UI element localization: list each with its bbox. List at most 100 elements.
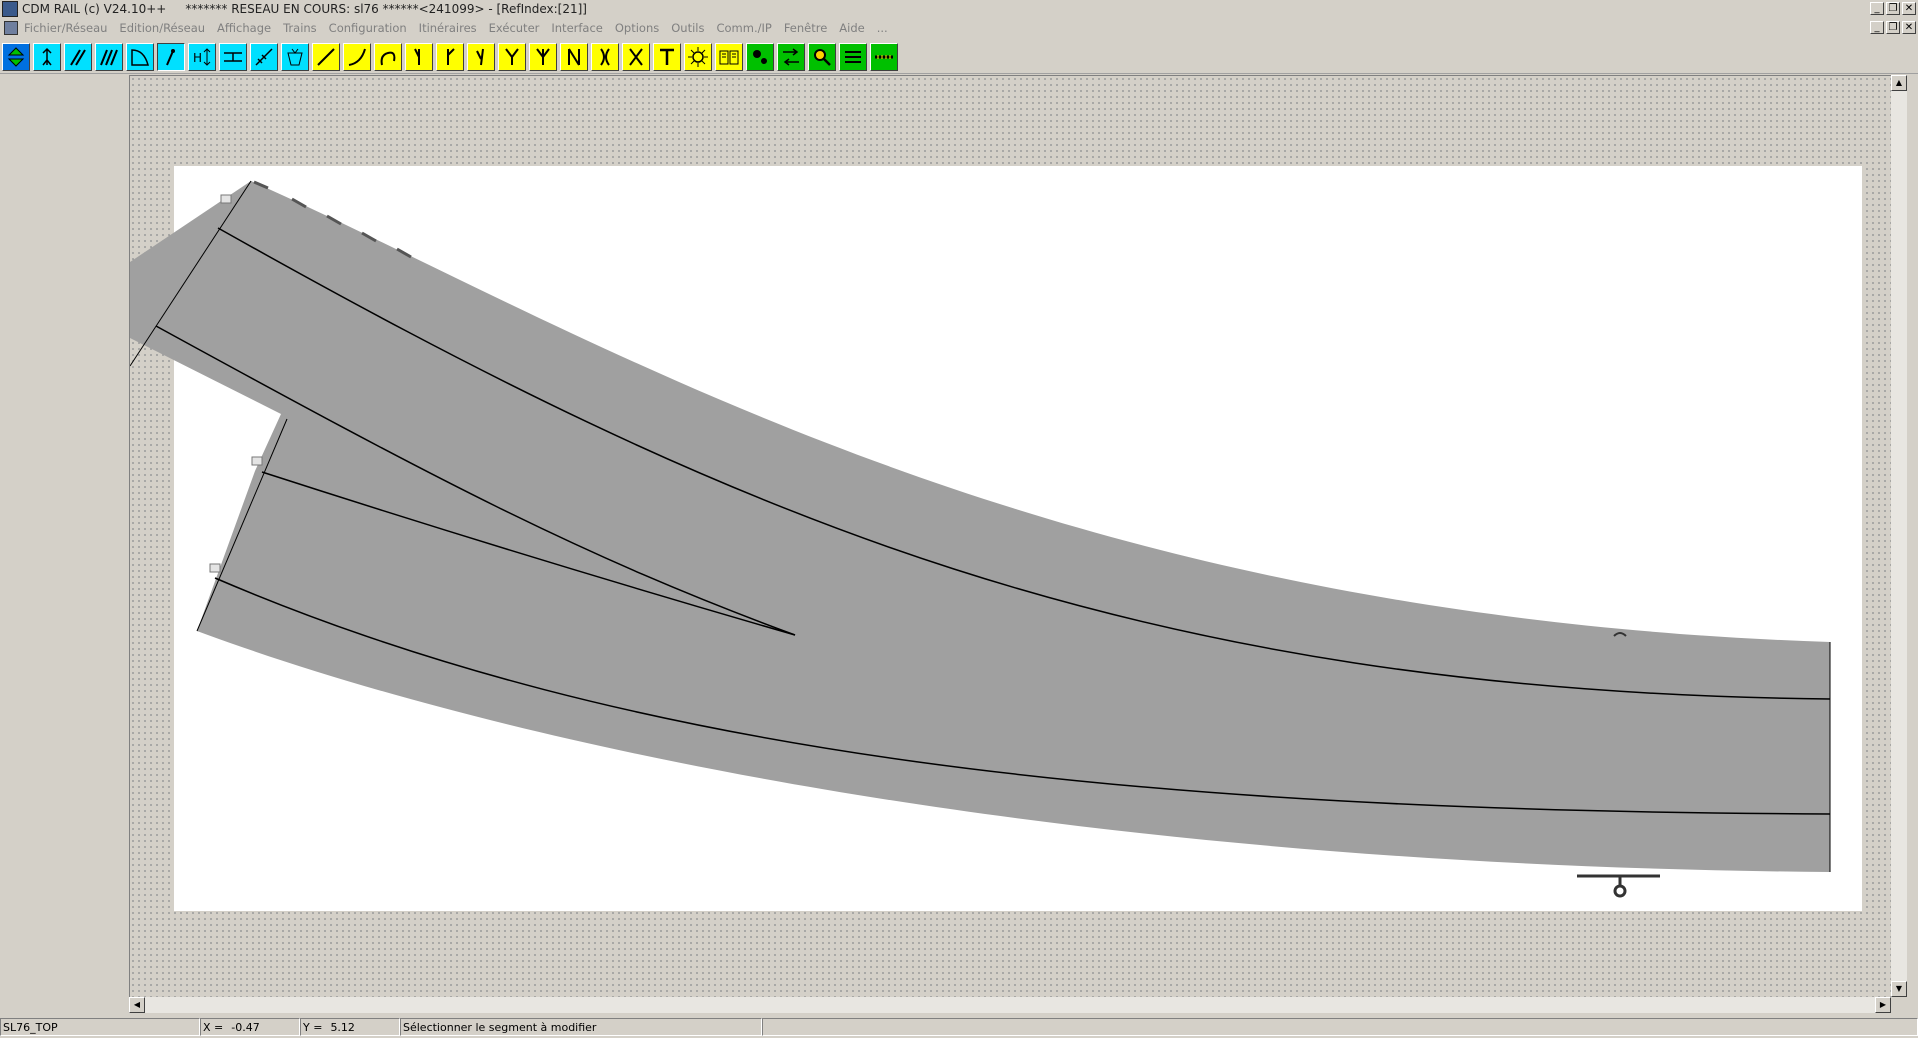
three-way-turnout-icon bbox=[536, 48, 550, 65]
wye-turnout-icon bbox=[505, 48, 519, 65]
curve-segment-button[interactable] bbox=[126, 43, 154, 71]
settings-gears-button[interactable] bbox=[746, 43, 774, 71]
gear-sun-button[interactable] bbox=[684, 43, 712, 71]
basket-icon bbox=[287, 48, 303, 66]
basket-button[interactable] bbox=[281, 43, 309, 71]
crossing-button[interactable] bbox=[622, 43, 650, 71]
person-button[interactable] bbox=[33, 43, 61, 71]
app-icon bbox=[2, 1, 18, 17]
double-slip-icon bbox=[568, 48, 580, 66]
measure-icon bbox=[255, 48, 273, 66]
restore-button[interactable]: ❐ bbox=[1886, 2, 1900, 15]
close-button[interactable]: ✕ bbox=[1902, 2, 1916, 15]
menu-trains[interactable]: Trains bbox=[283, 21, 317, 35]
x-label: X = bbox=[203, 1020, 224, 1034]
toolbar: H bbox=[0, 40, 1918, 74]
minimize-button[interactable]: _ bbox=[1870, 2, 1884, 15]
right-turnout-button[interactable] bbox=[436, 43, 464, 71]
vertical-scrollbar[interactable]: ▲ ▼ bbox=[1891, 75, 1907, 997]
svg-text:H: H bbox=[193, 51, 202, 65]
menu-configuration[interactable]: Configuration bbox=[329, 21, 407, 35]
document-icon[interactable] bbox=[4, 20, 18, 35]
ruler-button[interactable] bbox=[870, 43, 898, 71]
left-turnout-button[interactable] bbox=[405, 43, 433, 71]
status-part-name: SL76_TOP bbox=[0, 1018, 200, 1036]
status-empty-panel bbox=[762, 1018, 1918, 1036]
child-restore-button[interactable]: ❐ bbox=[1886, 21, 1900, 34]
height-button[interactable]: H bbox=[188, 43, 216, 71]
status-y-coordinate: Y = 5.12 bbox=[300, 1018, 400, 1036]
bridge-button[interactable] bbox=[219, 43, 247, 71]
height-icon: H bbox=[193, 48, 211, 66]
curved-turnout-button[interactable] bbox=[467, 43, 495, 71]
wye-turnout-button[interactable] bbox=[498, 43, 526, 71]
scroll-down-button[interactable]: ▼ bbox=[1891, 981, 1907, 997]
child-close-button[interactable]: ✕ bbox=[1902, 21, 1916, 34]
book-button[interactable] bbox=[715, 43, 743, 71]
point-select-icon bbox=[166, 49, 175, 66]
single-slip-button[interactable] bbox=[591, 43, 619, 71]
window-title: CDM RAIL (c) V24.10++ ******* RESEAU EN … bbox=[22, 2, 587, 16]
flex-track-icon bbox=[380, 51, 396, 66]
point-select-button[interactable] bbox=[157, 43, 185, 71]
connector-marker bbox=[209, 563, 221, 573]
menu-edition-reseau[interactable]: Edition/Réseau bbox=[119, 21, 205, 35]
search-icon bbox=[814, 49, 831, 66]
transfer-icon bbox=[783, 48, 799, 66]
track-edit-icon bbox=[70, 49, 86, 66]
book-icon bbox=[719, 50, 739, 65]
y-value: 5.12 bbox=[330, 1020, 355, 1034]
x-value: -0.47 bbox=[231, 1020, 260, 1034]
part-name-text: SL76_TOP bbox=[3, 1020, 58, 1034]
ruler-icon bbox=[875, 55, 893, 59]
bridge-icon bbox=[224, 52, 242, 62]
status-x-coordinate: X = -0.47 bbox=[200, 1018, 300, 1036]
status-message: Sélectionner le segment à modifier bbox=[400, 1018, 762, 1036]
status-bar: SL76_TOP X = -0.47 Y = 5.12 Sélectionner… bbox=[0, 1016, 1918, 1038]
track-edit-button[interactable] bbox=[64, 43, 92, 71]
title-bar: CDM RAIL (c) V24.10++ ******* RESEAU EN … bbox=[0, 0, 1918, 19]
drawing-canvas[interactable] bbox=[129, 75, 1892, 998]
select-mode-button[interactable] bbox=[2, 43, 30, 71]
three-way-turnout-button[interactable] bbox=[529, 43, 557, 71]
menu-interface[interactable]: Interface bbox=[551, 21, 603, 35]
connector-marker bbox=[220, 194, 232, 204]
menu-comm-ip[interactable]: Comm./IP bbox=[716, 21, 771, 35]
menu-outils[interactable]: Outils bbox=[671, 21, 704, 35]
curved-track-button[interactable] bbox=[343, 43, 371, 71]
scroll-left-button[interactable]: ◀ bbox=[129, 997, 145, 1013]
status-message-text: Sélectionner le segment à modifier bbox=[403, 1020, 597, 1034]
double-slip-button[interactable] bbox=[560, 43, 588, 71]
y-label: Y = bbox=[303, 1020, 323, 1034]
turntable-icon bbox=[660, 48, 674, 65]
right-turnout-icon bbox=[447, 48, 455, 65]
turntable-button[interactable] bbox=[653, 43, 681, 71]
menu-executer[interactable]: Exécuter bbox=[489, 21, 540, 35]
child-minimize-button[interactable]: _ bbox=[1870, 21, 1884, 34]
menu-fenetre[interactable]: Fenêtre bbox=[784, 21, 827, 35]
curved-turnout-icon bbox=[476, 48, 484, 66]
double-track-button[interactable] bbox=[95, 43, 123, 71]
curved-track-icon bbox=[348, 48, 366, 66]
lines-icon bbox=[845, 51, 861, 63]
scrollbar-corner bbox=[1891, 997, 1907, 1013]
horizontal-scrollbar[interactable]: ◀ ▶ bbox=[129, 997, 1891, 1013]
measure-button[interactable] bbox=[250, 43, 278, 71]
crossing-icon bbox=[629, 48, 643, 66]
track-drawing[interactable] bbox=[130, 76, 1892, 998]
menu-more[interactable]: ... bbox=[877, 21, 888, 35]
scroll-right-button[interactable]: ▶ bbox=[1875, 997, 1891, 1013]
select-mode-icon bbox=[7, 47, 25, 67]
transfer-button[interactable] bbox=[777, 43, 805, 71]
menu-options[interactable]: Options bbox=[615, 21, 659, 35]
menu-itineraires[interactable]: Itinéraires bbox=[419, 21, 477, 35]
straight-track-button[interactable] bbox=[312, 43, 340, 71]
lines-button[interactable] bbox=[839, 43, 867, 71]
search-button[interactable] bbox=[808, 43, 836, 71]
menu-affichage[interactable]: Affichage bbox=[217, 21, 271, 35]
flex-track-button[interactable] bbox=[374, 43, 402, 71]
menu-bar: Fichier/Réseau Edition/Réseau Affichage … bbox=[0, 18, 1918, 37]
menu-fichier-reseau[interactable]: Fichier/Réseau bbox=[24, 21, 107, 35]
menu-aide[interactable]: Aide bbox=[839, 21, 864, 35]
scroll-up-button[interactable]: ▲ bbox=[1891, 75, 1907, 91]
